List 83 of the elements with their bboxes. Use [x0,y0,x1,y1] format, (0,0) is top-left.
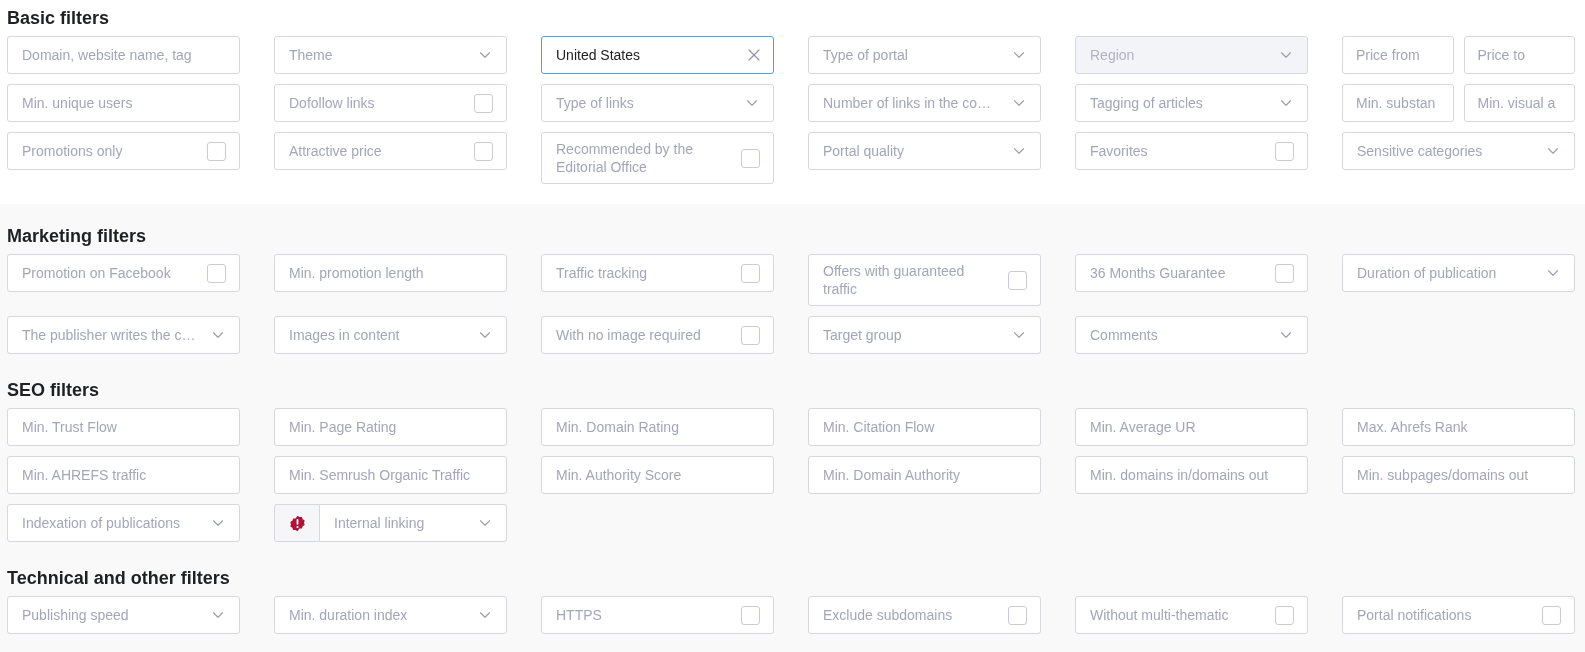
input-field[interactable]: Price to [1463,36,1575,74]
dropdown[interactable]: Comments [1075,316,1308,354]
dropdown[interactable]: Images in content [274,316,507,354]
checkbox-field[interactable]: 36 Months Guarantee [1075,254,1308,292]
dropdown[interactable]: Portal quality [808,132,1041,170]
checkbox-field[interactable]: Offers with guaranteed traffic [808,254,1041,306]
checkbox-field[interactable]: Exclude subdomains [808,596,1041,634]
checkbox-label: Portal notifications [1357,606,1472,624]
input-field[interactable]: Min. unique users [7,84,240,122]
checkbox-label: Promotions only [22,142,123,160]
input-field[interactable]: Min. Average UR [1075,408,1308,446]
checkbox-field[interactable]: With no image required [541,316,774,354]
dropdown[interactable]: Tagging of articles [1075,84,1308,122]
input-field[interactable]: Domain, website name, tag [7,36,240,74]
input-field[interactable]: Min. Domain Authority [808,456,1041,494]
checkbox-field[interactable]: Without multi-thematic [1075,596,1308,634]
input-field[interactable]: Min. AHREFS traffic [7,456,240,494]
dropdown[interactable]: Indexation of publications [7,504,240,542]
checkbox[interactable] [1275,263,1294,283]
checkbox-label: Offers with guaranteed traffic [823,262,966,298]
input-field[interactable]: Min. visual a [1463,84,1575,122]
input-field[interactable]: Min. Trust Flow [7,408,240,446]
dropdown[interactable]: Target group [808,316,1041,354]
input-field[interactable]: Min. Page Rating [274,408,507,446]
checkbox[interactable] [207,141,226,161]
checkbox-field[interactable]: HTTPS [541,596,774,634]
checkbox-label: Exclude subdomains [823,606,953,624]
checkbox[interactable] [741,605,760,625]
checkbox[interactable] [741,263,760,283]
checkbox[interactable] [1008,270,1027,290]
checkbox[interactable] [474,93,493,113]
checkbox-label: Favorites [1090,142,1148,160]
input-field[interactable]: Min. subpages/domains out [1342,456,1575,494]
dropdown[interactable]: Internal linking [320,504,507,542]
input-field[interactable]: Min. substan [1342,84,1454,122]
input-field[interactable]: United States [541,36,774,74]
checkbox-field[interactable]: Dofollow links [274,84,507,122]
input-field[interactable]: Min. Citation Flow [808,408,1041,446]
checkbox-label: Dofollow links [289,94,375,112]
section-heading: Basic filters [7,7,111,30]
checkbox-field[interactable]: Portal notifications [1342,596,1575,634]
section-heading: Marketing filters [7,225,148,248]
dropdown[interactable]: Number of links in the co… [808,84,1041,122]
checkbox[interactable] [741,148,760,168]
dropdown[interactable]: Duration of publication [1342,254,1575,292]
input-field[interactable]: Min. Authority Score [541,456,774,494]
checkbox-label: Promotion on Facebook [22,264,171,282]
input-field[interactable]: Min. promotion length [274,254,507,292]
dropdown[interactable]: The publisher writes the c… [7,316,240,354]
checkbox-label: HTTPS [556,606,602,624]
section-heading: SEO filters [7,379,101,402]
checkbox[interactable] [1275,605,1294,625]
input-field[interactable]: Min. Semrush Organic Traffic [274,456,507,494]
checkbox-label: With no image required [556,326,701,344]
checkbox[interactable] [474,141,493,161]
checkbox[interactable] [1008,605,1027,625]
checkbox[interactable] [207,263,226,283]
checkbox[interactable] [1542,605,1561,625]
input-field[interactable]: Min. Domain Rating [541,408,774,446]
dropdown[interactable]: Type of portal [808,36,1041,74]
alert-badge-icon [288,514,306,532]
checkbox-label: 36 Months Guarantee [1090,264,1226,282]
dropdown[interactable]: Sensitive categories [1342,132,1575,170]
dropdown[interactable]: Publishing speed [7,596,240,634]
checkbox-field[interactable]: Recommended by the Editorial Office [541,132,774,184]
checkbox-label: Without multi-thematic [1090,606,1229,624]
checkbox-label: Traffic tracking [556,264,648,282]
dropdown[interactable]: Min. duration index [274,596,507,634]
checkbox-field[interactable]: Promotion on Facebook [7,254,240,292]
checkbox[interactable] [1275,141,1294,161]
input-field[interactable]: Price from [1342,36,1454,74]
section-heading: Technical and other filters [7,567,231,590]
checkbox-field[interactable]: Favorites [1075,132,1308,170]
input-field[interactable]: Max. Ahrefs Rank [1342,408,1575,446]
checkbox-label: Recommended by the Editorial Office [556,140,694,176]
checkbox-label: Attractive price [289,142,382,160]
checkbox-field[interactable]: Attractive price [274,132,507,170]
dropdown[interactable]: Type of links [541,84,774,122]
checkbox[interactable] [741,325,760,345]
checkbox-field[interactable]: Traffic tracking [541,254,774,292]
checkbox-field[interactable]: Promotions only [7,132,240,170]
input-field[interactable]: Min. domains in/domains out [1075,456,1308,494]
dropdown[interactable]: Theme [274,36,507,74]
